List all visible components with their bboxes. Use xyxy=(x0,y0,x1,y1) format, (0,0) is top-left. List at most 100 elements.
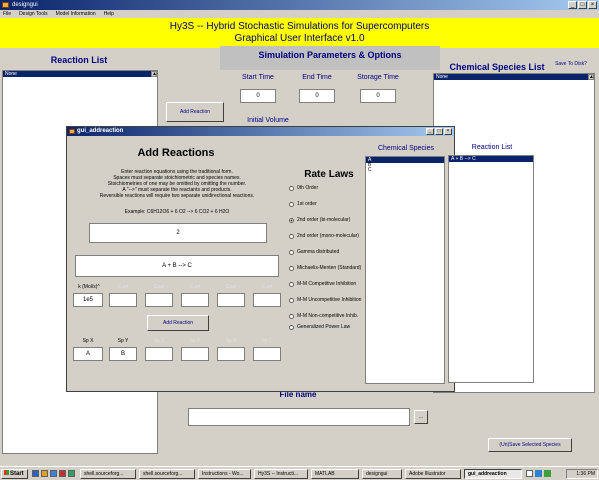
taskbar-item[interactable]: Hy3S -- Instructi... xyxy=(254,469,308,479)
minimize-icon[interactable]: _ xyxy=(426,128,434,135)
save-to-disk-button[interactable]: Save To Disk? xyxy=(548,60,594,70)
storage-time-field[interactable]: 0 xyxy=(360,89,396,103)
rate-law-label: 0th Order xyxy=(297,185,319,191)
chem-species-listbox[interactable]: A B C xyxy=(365,156,445,384)
species-field[interactable]: A xyxy=(73,347,103,361)
tray-icon[interactable] xyxy=(544,470,551,477)
rate-law-option[interactable]: M-M Uncompetitive Inhibition xyxy=(289,295,367,305)
add-reaction-button[interactable]: Add Reaction xyxy=(147,315,209,331)
menu-design-tools[interactable]: Design Tools xyxy=(19,10,48,18)
dialog-reaction-list-title: Reaction List xyxy=(471,144,513,151)
rate-law-label: 2nd order (mono-molecular) xyxy=(297,233,359,239)
close-icon[interactable]: × xyxy=(444,128,452,135)
quick-launch-icon[interactable] xyxy=(68,470,75,477)
species-field[interactable] xyxy=(253,347,281,361)
coef-label: Coef xyxy=(261,284,273,290)
radio-icon[interactable] xyxy=(289,297,294,303)
chem-species-item[interactable]: C xyxy=(366,168,444,173)
reaction-count-field[interactable]: 2 xyxy=(89,223,267,243)
end-time-label: End Time xyxy=(295,74,339,81)
radio-selected-icon[interactable] xyxy=(289,217,294,223)
rate-law-option[interactable]: 1st order xyxy=(289,199,367,209)
species-field[interactable] xyxy=(145,347,173,361)
tray-icon[interactable] xyxy=(526,470,533,477)
minimize-icon[interactable]: _ xyxy=(568,1,577,9)
radio-icon[interactable] xyxy=(289,324,294,330)
taskbar-item[interactable]: MATLAB xyxy=(311,469,359,479)
radio-icon[interactable] xyxy=(289,313,294,319)
param-field[interactable] xyxy=(181,293,209,307)
radio-icon[interactable] xyxy=(289,185,294,191)
quick-launch-icon[interactable] xyxy=(41,470,48,477)
species-field[interactable] xyxy=(181,347,209,361)
quick-launch-icon[interactable] xyxy=(50,470,57,477)
taskbar-item[interactable]: shell.sourceforg... xyxy=(80,469,136,479)
taskbar-item[interactable]: Adobe Illustrator xyxy=(405,469,461,479)
species-list-title: Chemical Species List xyxy=(449,62,545,72)
taskbar-item-active[interactable]: gui_addreaction xyxy=(464,469,522,479)
maximize-icon[interactable]: □ xyxy=(578,1,587,9)
app-icon xyxy=(2,2,9,8)
rate-constant-field[interactable]: 1e5 xyxy=(73,293,103,307)
coef-label: Coef xyxy=(153,284,165,290)
banner-subtitle: Graphical User Interface v1.0 xyxy=(234,33,365,44)
clock[interactable]: 1:36 PM xyxy=(566,469,598,479)
start-time-field[interactable]: 0 xyxy=(240,89,276,103)
param-field[interactable] xyxy=(253,293,281,307)
coef-label: Coef xyxy=(189,284,201,290)
windows-logo-icon xyxy=(4,470,9,475)
param-field[interactable] xyxy=(145,293,173,307)
rate-law-option[interactable]: 0th Order xyxy=(289,183,367,193)
file-name-field[interactable] xyxy=(188,408,410,426)
reaction-list-item[interactable]: None xyxy=(3,71,157,77)
species-field[interactable] xyxy=(217,347,245,361)
browse-button[interactable]: ... xyxy=(414,410,428,424)
rate-law-option[interactable]: M-M Competitive Inhibition xyxy=(289,279,367,289)
reaction-equation-field[interactable]: A + B --> C xyxy=(75,255,279,277)
radio-icon[interactable] xyxy=(289,201,294,207)
quick-launch-icon[interactable] xyxy=(59,470,66,477)
menu-help[interactable]: Help xyxy=(104,10,114,18)
close-icon[interactable]: × xyxy=(588,1,597,9)
window-titlebar: designgui xyxy=(0,0,599,10)
coef-label: Coef xyxy=(225,284,237,290)
rate-law-option[interactable]: Michaelis-Menten (Standard) xyxy=(289,263,367,273)
rate-law-label: M-M Uncompetitive Inhibition xyxy=(297,297,362,303)
maximize-icon[interactable]: □ xyxy=(435,128,443,135)
rate-law-option[interactable]: 2nd order (bi-molecular) xyxy=(289,215,367,225)
start-button[interactable]: Start xyxy=(1,469,28,479)
rate-law-label: M-M Non-competitive Inhib. xyxy=(297,313,359,319)
menu-file[interactable]: File xyxy=(3,10,11,18)
unsave-species-button[interactable]: (Un)Save Selected Species xyxy=(488,438,572,452)
rate-law-option[interactable]: Generalized Power Law xyxy=(289,322,367,332)
radio-icon[interactable] xyxy=(289,281,294,287)
radio-icon[interactable] xyxy=(289,249,294,255)
taskbar-item[interactable]: Instructions - Wo... xyxy=(198,469,251,479)
scroll-up-icon[interactable]: ▲ xyxy=(588,74,594,80)
quick-launch-icon[interactable] xyxy=(32,470,39,477)
species-field[interactable]: B xyxy=(109,347,137,361)
end-time-field[interactable]: 0 xyxy=(299,89,335,103)
dialog-heading: Add Reactions xyxy=(137,147,215,159)
radio-icon[interactable] xyxy=(289,233,294,239)
taskbar-item[interactable]: shell.sourceforg... xyxy=(139,469,195,479)
param-field[interactable] xyxy=(217,293,245,307)
species-list-item[interactable]: None xyxy=(434,74,594,80)
menu-model-information[interactable]: Model Information xyxy=(56,10,96,18)
rate-law-option[interactable]: M-M Non-competitive Inhib. xyxy=(289,311,367,321)
species-label: Sp A xyxy=(189,338,201,344)
tray-icon[interactable] xyxy=(535,470,542,477)
taskbar-item[interactable]: designgui xyxy=(362,469,402,479)
add-reaction-main-button[interactable]: Add Reaction xyxy=(166,102,224,122)
dialog-reaction-listbox[interactable]: A + B --> C xyxy=(448,155,534,383)
menu-bar: File Design Tools Model Information Help xyxy=(0,10,599,18)
radio-icon[interactable] xyxy=(289,265,294,271)
storage-time-label: Storage Time xyxy=(354,74,402,81)
rate-law-option[interactable]: 2nd order (mono-molecular) xyxy=(289,231,367,241)
dialog-reaction-item[interactable]: A + B --> C xyxy=(449,156,533,162)
rate-law-option[interactable]: Gamma distributed xyxy=(289,247,367,257)
param-field[interactable] xyxy=(109,293,137,307)
scroll-up-icon[interactable]: ▲ xyxy=(151,71,157,77)
window-controls: _ □ × xyxy=(568,1,597,9)
rate-law-label: Generalized Power Law xyxy=(297,324,351,330)
